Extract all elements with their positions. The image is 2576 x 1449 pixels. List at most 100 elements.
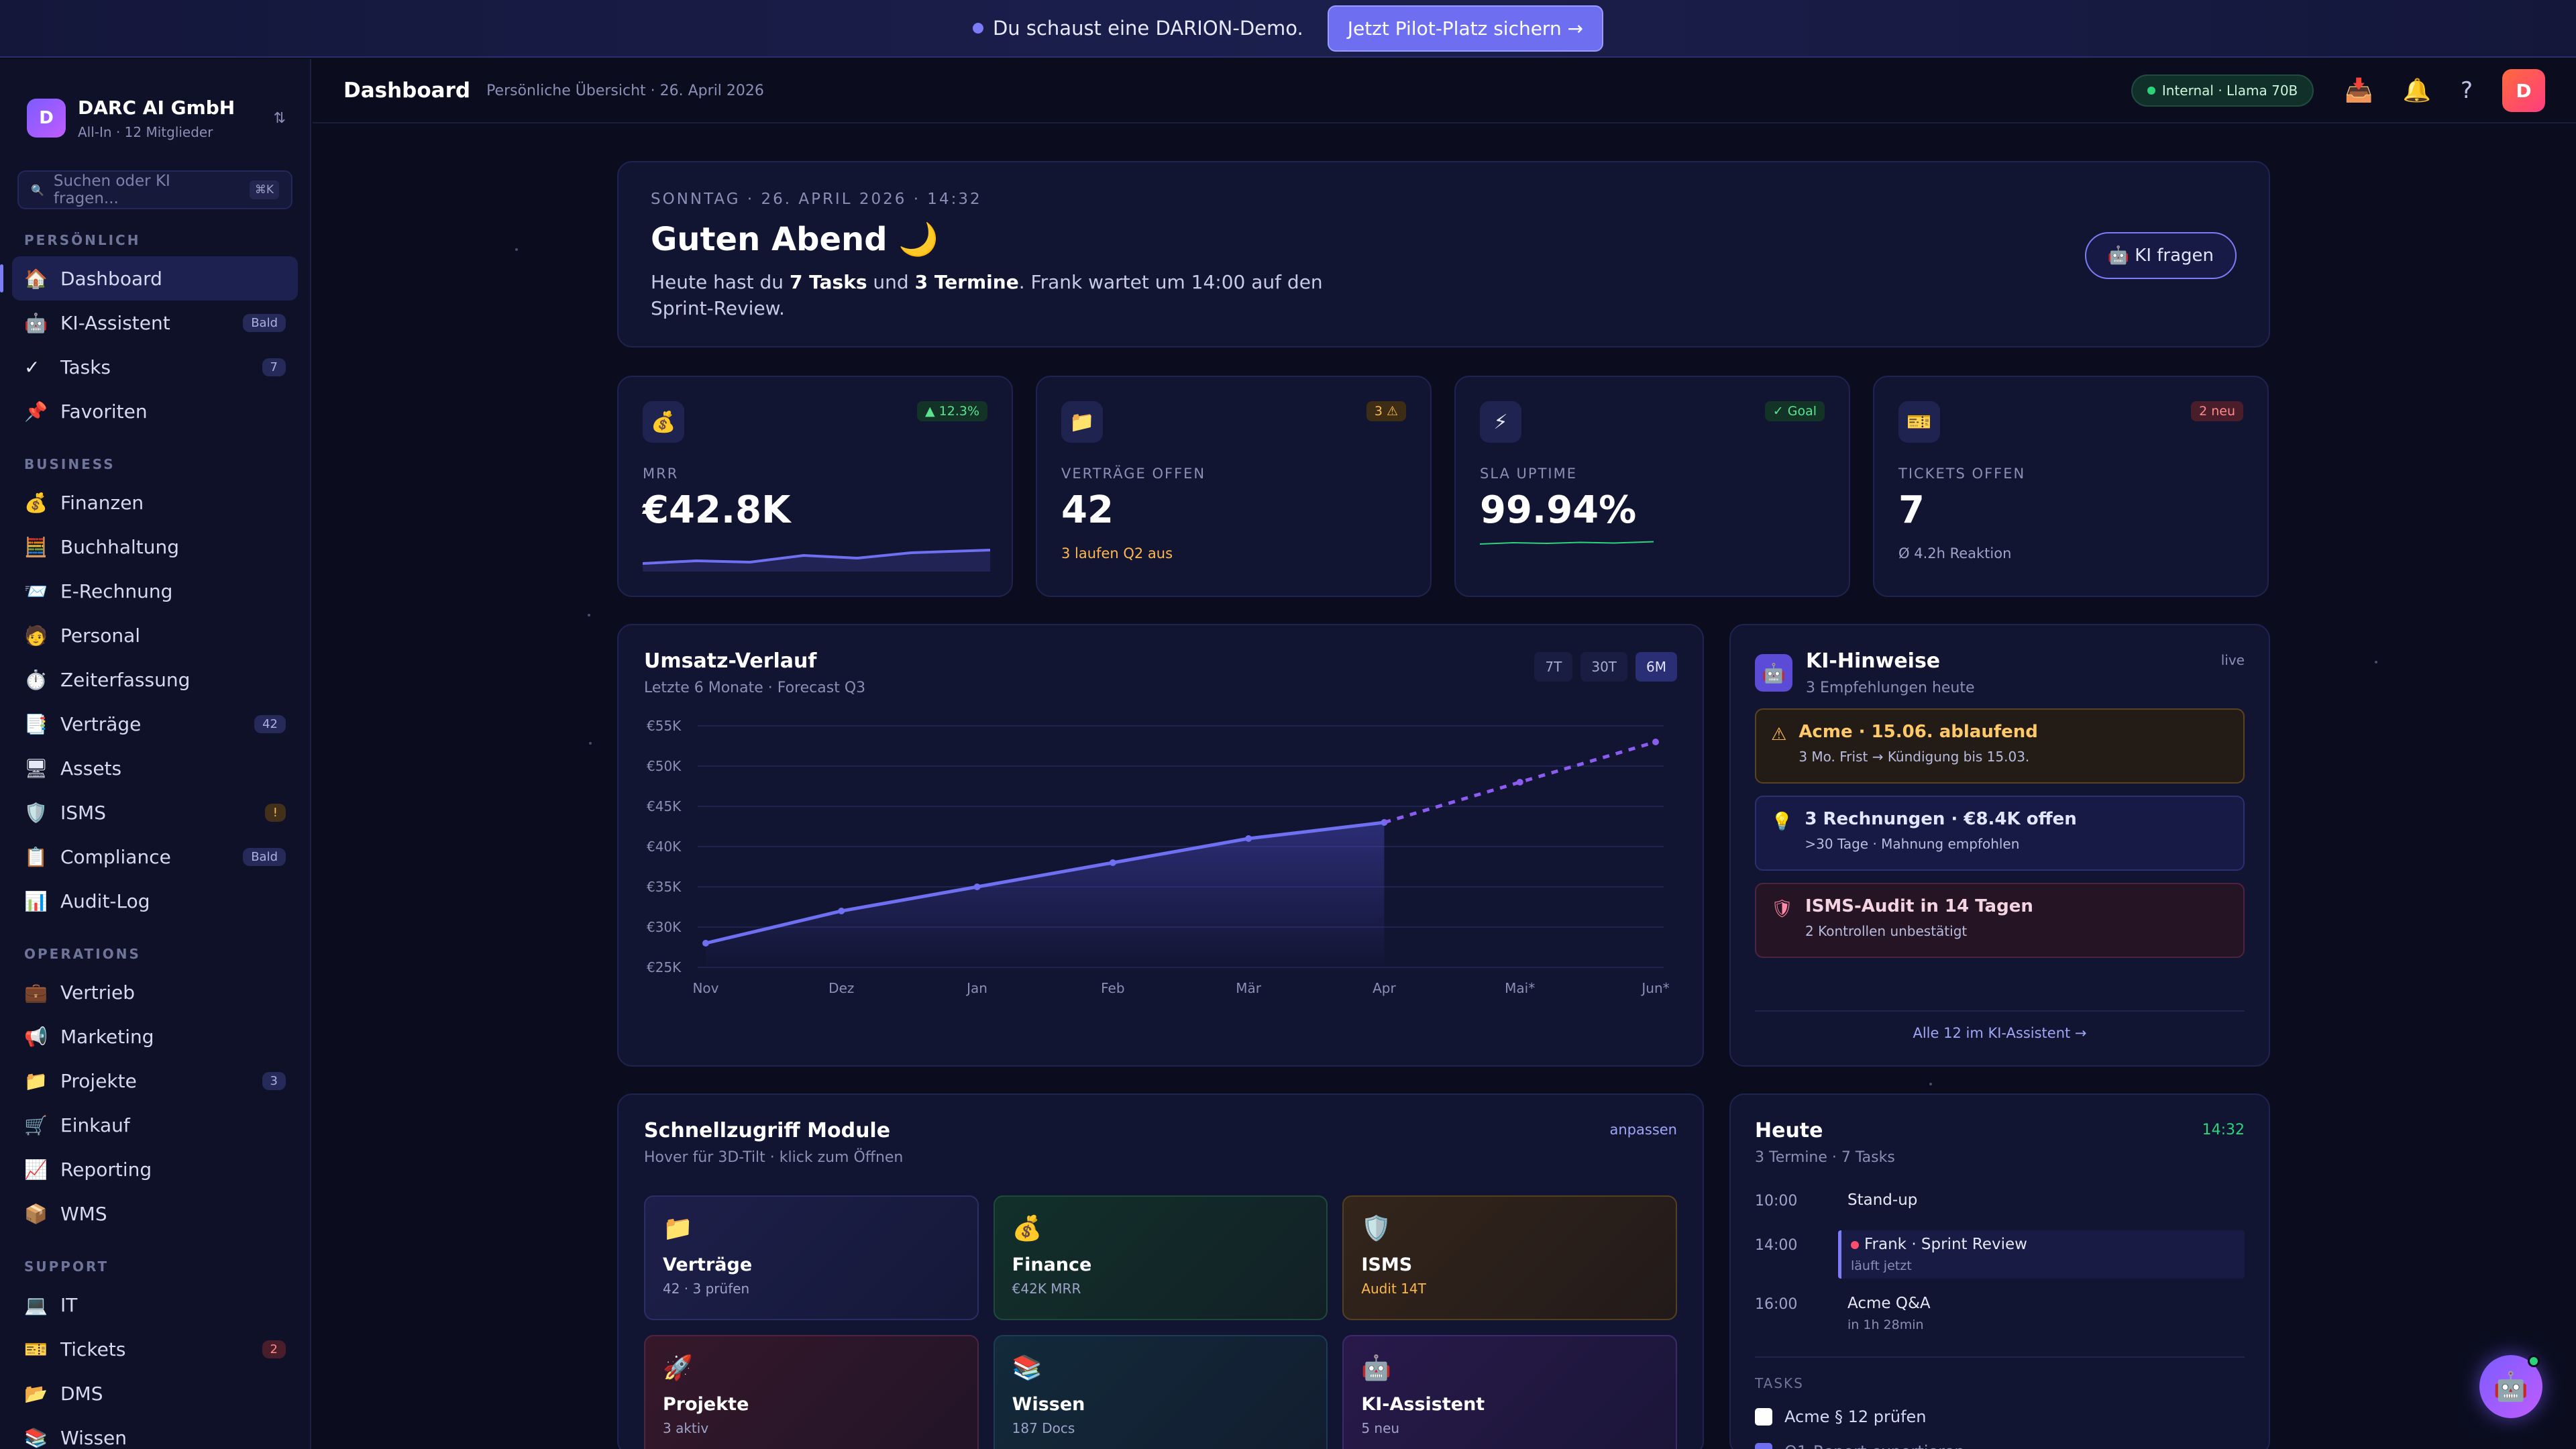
inbox-icon[interactable]: 📥 xyxy=(2345,77,2373,104)
sidebar-item-wms[interactable]: 📦 WMS xyxy=(12,1191,298,1236)
org-switcher[interactable]: D DARC AI GmbH All-In · 12 Mitglieder ⇅ xyxy=(0,59,310,153)
tile-title: KI-Assistent xyxy=(1361,1394,1485,1415)
wms-icon: 📦 xyxy=(24,1202,48,1225)
sidebar-search[interactable]: 🔍 Suchen oder KI fragen... ⌘K xyxy=(17,170,292,209)
sidebar-item-favoriten[interactable]: 📌 Favoriten xyxy=(12,389,298,433)
hint-subtitle: 2 Kontrollen unbestätigt xyxy=(1805,923,1968,939)
module-tile-finance[interactable]: 💰 Finance €42K MRR xyxy=(993,1195,1328,1320)
sidebar-item-finanzen[interactable]: 💰 Finanzen xyxy=(12,480,298,525)
bell-icon[interactable]: 🔔 xyxy=(2403,77,2431,104)
einkauf-icon: 🛒 xyxy=(24,1114,48,1136)
quick-title: Schnellzugriff Module xyxy=(644,1119,891,1142)
forecast-data-point xyxy=(1516,779,1523,786)
hint-subtitle: >30 Tage · Mahnung empfohlen xyxy=(1805,836,2020,852)
ask-ai-button[interactable]: 🤖 KI fragen xyxy=(2084,232,2237,279)
search-icon: 🔍 xyxy=(31,183,44,197)
module-tile-contracts[interactable]: 📁 Verträge 42 · 3 prüfen xyxy=(644,1195,979,1320)
agenda-title: Acme Q&A xyxy=(1847,1295,1931,1312)
ai-assistant-fab[interactable]: 🤖 xyxy=(2479,1355,2542,1418)
isms-icon: 🛡️ xyxy=(24,801,48,824)
module-tile-isms[interactable]: 🛡️ ISMS Audit 14T xyxy=(1342,1195,1677,1320)
kpi-card-sla[interactable]: ⚡ ✓ Goal SLA UPTIME 99.94% xyxy=(1454,376,1850,597)
module-tile-projects[interactable]: 🚀 Projekte 3 aktiv xyxy=(644,1335,979,1449)
x-tick-label: Jan xyxy=(965,980,987,996)
sidebar-item-label: Tasks xyxy=(60,356,111,378)
kpi-card-contracts[interactable]: 📁 3 ⚠ VERTRÄGE OFFEN 42 3 laufen Q2 aus xyxy=(1036,376,1432,597)
module-tile-ai-assistant[interactable]: 🤖 KI-Assistent 5 neu xyxy=(1342,1335,1677,1449)
sidebar-item-it[interactable]: 💻 IT xyxy=(12,1283,298,1327)
sidebar-item-reporting[interactable]: 📈 Reporting xyxy=(12,1147,298,1191)
hint-item-invoices[interactable]: 💡 3 Rechnungen · €8.4K offen >30 Tage · … xyxy=(1755,796,2245,871)
sidebar-item-ki-assistent[interactable]: 🤖 KI-Assistent Bald xyxy=(12,301,298,345)
switch-org-icon[interactable]: ⇅ xyxy=(274,110,286,127)
sidebar-item-audit-log[interactable]: 📊 Audit-Log xyxy=(12,879,298,923)
sidebar-item-personal[interactable]: 🧑 Personal xyxy=(12,613,298,657)
sidebar-item-label: WMS xyxy=(60,1202,107,1225)
hint-item-audit[interactable]: 🛡 ISMS-Audit in 14 Tagen 2 Kontrollen un… xyxy=(1755,883,2245,958)
help-icon[interactable]: ? xyxy=(2461,77,2473,104)
buchhaltung-icon: 🧮 xyxy=(24,535,48,558)
task-checkbox[interactable] xyxy=(1755,1443,1772,1449)
customize-link[interactable]: anpassen xyxy=(1610,1122,1678,1138)
sidebar-item-verträge[interactable]: 📑 Verträge 42 xyxy=(12,702,298,746)
nav-section-heading: OPERATIONS xyxy=(24,946,141,962)
y-tick-label: €55K xyxy=(647,719,682,734)
sidebar-item-label: Wissen xyxy=(60,1426,127,1449)
search-input[interactable]: Suchen oder KI fragen... xyxy=(54,172,240,207)
sidebar-item-projekte[interactable]: 📁 Projekte 3 xyxy=(12,1059,298,1103)
y-tick-label: €40K xyxy=(647,839,682,855)
live-dot-icon xyxy=(1851,1241,1859,1249)
range-tab-30d[interactable]: 30T xyxy=(1580,652,1628,682)
kpi-label: VERTRÄGE OFFEN xyxy=(1061,466,1206,482)
user-avatar[interactable]: D xyxy=(2502,69,2545,112)
agenda-subtitle: läuft jetzt xyxy=(1851,1258,1912,1273)
range-tab-6m[interactable]: 6M xyxy=(1635,652,1677,682)
sidebar-item-tasks[interactable]: ✓ Tasks 7 xyxy=(12,345,298,389)
kpi-card-tickets[interactable]: 🎫 2 neu TICKETS OFFEN 7 Ø 4.2h Reaktion xyxy=(1873,376,2269,597)
sidebar-item-compliance[interactable]: 📋 Compliance Bald xyxy=(12,835,298,879)
module-tile-knowledge[interactable]: 📚 Wissen 187 Docs xyxy=(993,1335,1328,1449)
live-indicator: live xyxy=(2220,652,2245,668)
greeting-date: SONNTAG · 26. APRIL 2026 · 14:32 xyxy=(651,191,982,208)
sidebar-item-label: Verträge xyxy=(60,712,142,735)
sidebar-item-label: KI-Assistent xyxy=(60,311,170,334)
tile-subtitle: 3 aktiv xyxy=(663,1420,709,1436)
agenda-item[interactable]: 10:00 Stand-up xyxy=(1755,1186,2245,1220)
task-checkbox[interactable] xyxy=(1755,1408,1772,1426)
kpi-card-mrr[interactable]: 💰 ▲ 12.3% MRR €42.8K xyxy=(617,376,1013,597)
sidebar-item-label: Finanzen xyxy=(60,491,144,514)
org-name: DARC AI GmbH xyxy=(78,96,235,119)
sidebar-item-dashboard[interactable]: 🏠 Dashboard xyxy=(0,256,298,301)
hint-item-contract[interactable]: ⚠ Acme · 15.06. ablaufend 3 Mo. Frist → … xyxy=(1755,708,2245,784)
search-shortcut: ⌘K xyxy=(249,180,279,199)
nav-badge: Bald xyxy=(243,847,286,866)
pilot-signup-button[interactable]: Jetzt Pilot-Platz sichern → xyxy=(1327,5,1604,52)
sla-sparkline xyxy=(1480,541,1654,545)
agenda-item-current[interactable]: 14:00 Frank · Sprint Review läuft jetzt xyxy=(1755,1230,2245,1279)
robot-icon: 🤖 xyxy=(2493,1370,2529,1403)
greeting-title: Guten Abend 🌙 xyxy=(651,221,939,258)
sidebar-item-dms[interactable]: 📂 DMS xyxy=(12,1371,298,1415)
model-status-badge[interactable]: Internal · Llama 70B xyxy=(2131,74,2314,107)
hint-title: ISMS-Audit in 14 Tagen xyxy=(1805,896,2033,916)
sidebar-item-buchhaltung[interactable]: 🧮 Buchhaltung xyxy=(12,525,298,569)
task-item: Q1-Report exportieren xyxy=(1755,1442,2245,1449)
sidebar-item-vertrieb[interactable]: 💼 Vertrieb xyxy=(12,970,298,1014)
all-hints-link[interactable]: Alle 12 im KI-Assistent → xyxy=(1755,1010,2245,1041)
sidebar: D DARC AI GmbH All-In · 12 Mitglieder ⇅ … xyxy=(0,59,311,1449)
sidebar-item-marketing[interactable]: 📢 Marketing xyxy=(12,1014,298,1059)
sidebar-item-e-rechnung[interactable]: 📨 E-Rechnung xyxy=(12,569,298,613)
sidebar-item-zeiterfassung[interactable]: ⏱️ Zeiterfassung xyxy=(12,657,298,702)
sidebar-item-wissen[interactable]: 📚 Wissen xyxy=(12,1415,298,1449)
tasks-icon: ✓ xyxy=(24,356,40,378)
greeting-card: SONNTAG · 26. APRIL 2026 · 14:32 Guten A… xyxy=(617,161,2270,347)
sidebar-item-label: Favoriten xyxy=(60,400,148,423)
range-tab-7d[interactable]: 7T xyxy=(1534,652,1573,682)
sidebar-item-isms[interactable]: 🛡️ ISMS! xyxy=(12,790,298,835)
sidebar-item-tickets[interactable]: 🎫 Tickets 2 xyxy=(12,1327,298,1371)
sidebar-item-label: Vertrieb xyxy=(60,981,135,1004)
revenue-line-chart: €25K €30K €35K €40K €45K €50K €55K Nov Dez Jan Feb… xyxy=(647,719,1670,996)
agenda-item[interactable]: 16:00 Acme Q&A in 1h 28min xyxy=(1755,1289,2245,1338)
sidebar-item-assets[interactable]: 🖥 Assets xyxy=(12,746,298,790)
sidebar-item-einkauf[interactable]: 🛒 Einkauf xyxy=(12,1103,298,1147)
